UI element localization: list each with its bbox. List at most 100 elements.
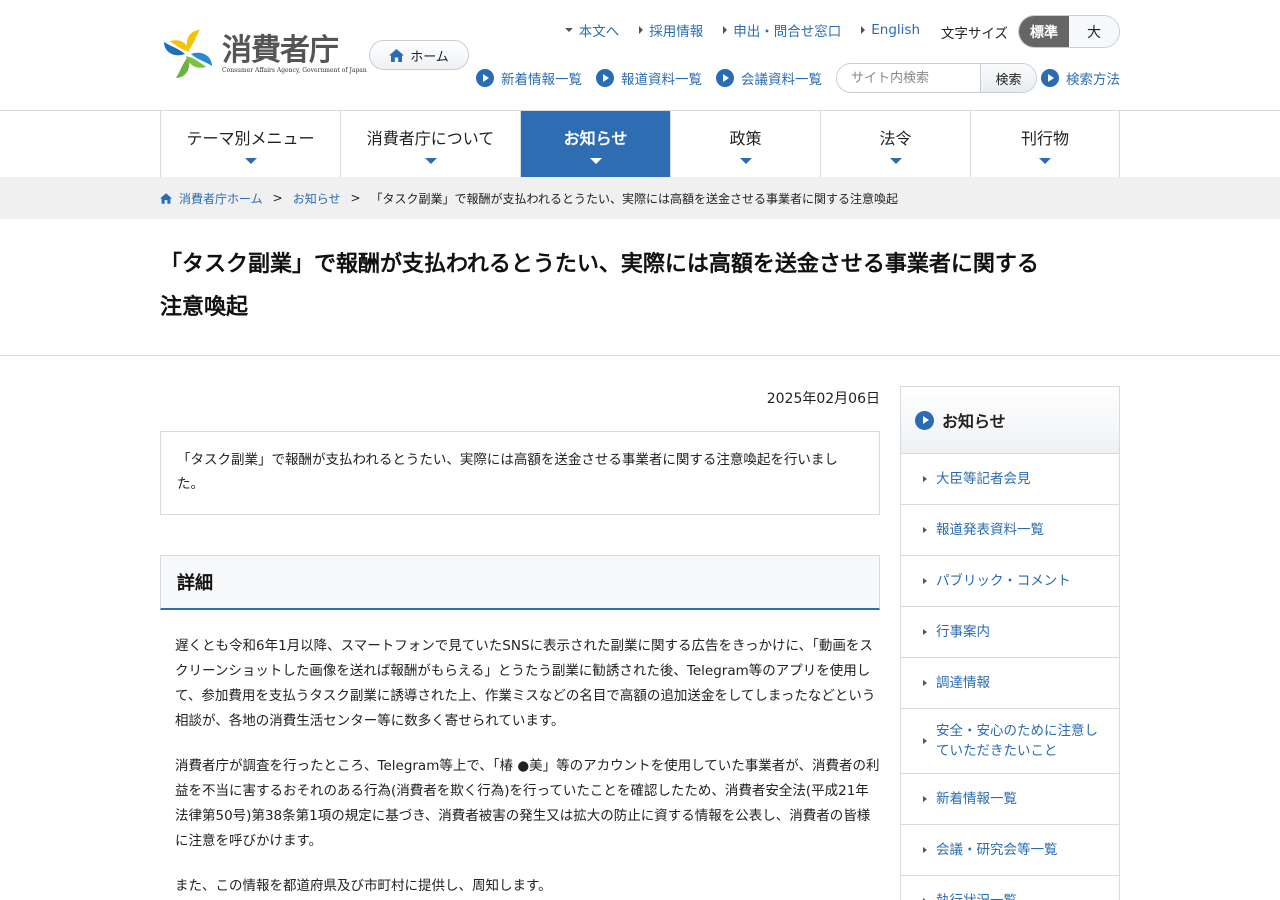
nav-news[interactable]: お知らせ (521, 111, 671, 177)
nav-publications[interactable]: 刊行物 (971, 111, 1120, 177)
skip-to-content-link[interactable]: 本文へ (564, 20, 620, 40)
body-paragraph: 消費者庁が調査を行ったところ、Telegram等上で、「椿 ●美」等のアカウント… (175, 758, 880, 849)
home-icon (160, 192, 172, 204)
caret-down-icon (564, 28, 573, 32)
search-input[interactable] (837, 64, 980, 92)
sidebar-item-label: 安全・安心のために注意していただきたいこと (936, 723, 1098, 759)
nav-label: 政策 (729, 128, 762, 148)
caret-down-icon (589, 157, 602, 164)
caret-right-icon (923, 578, 927, 584)
link-label: 採用情報 (649, 24, 704, 40)
caret-right-icon (723, 26, 728, 34)
breadcrumb-separator: > (350, 191, 361, 205)
caret-down-icon (739, 157, 752, 164)
arrow-circle-icon (596, 69, 614, 87)
nav-about[interactable]: 消費者庁について (341, 111, 521, 177)
sidebar-item-safety-notices[interactable]: 安全・安心のために注意していただきたいこと (901, 709, 1119, 774)
caret-right-icon (923, 738, 927, 744)
body-paragraph: また、この情報を都道府県及び市町村に提供し、周知します。 (175, 878, 552, 894)
title-area: 「タスク副業」で報酬が支払われるとうたい、実際には高額を送金させる事業者に関する… (0, 219, 1280, 356)
caret-down-icon (1039, 157, 1051, 164)
link-label: English (871, 22, 920, 38)
page-title-line: 「タスク副業」で報酬が支払われるとうたい、実際には高額を送金させる事業者に関する (160, 252, 1039, 277)
caret-down-icon (889, 157, 902, 164)
sidebar-heading: お知らせ (901, 387, 1119, 454)
caret-right-icon (923, 847, 927, 853)
publish-date: 2025年02月06日 (766, 391, 880, 407)
sidebar-item-enforcement[interactable]: 執行状況一覧 (901, 876, 1119, 900)
caret-right-icon (861, 26, 866, 34)
home-label: ホーム (410, 49, 449, 65)
sidebar-item-press-releases[interactable]: 報道発表資料一覧 (901, 505, 1119, 556)
logo-title: 消費者庁 (222, 32, 339, 68)
link-label: 本文へ (578, 24, 620, 40)
nav-theme-menu[interactable]: テーマ別メニュー (161, 111, 341, 177)
sidebar-item-label: 報道発表資料一覧 (936, 522, 1044, 538)
inquiry-link[interactable]: 申出・問合せ窓口 (723, 20, 841, 40)
breadcrumb-home-link[interactable]: 消費者庁ホーム (179, 190, 263, 207)
caret-right-icon (923, 680, 927, 686)
link-label: 報道資料一覧 (621, 72, 702, 88)
site-logo[interactable]: 消費者庁 Consumer Affairs Agency, Government… (160, 28, 367, 80)
arrow-circle-icon (476, 69, 494, 87)
sidebar-item-press-conference[interactable]: 大臣等記者会見 (901, 454, 1119, 505)
nav-label: 消費者庁について (366, 128, 495, 148)
breadcrumb-current: 「タスク副業」で報酬が支払われるとうたい、実際には高額を送金させる事業者に関する… (370, 191, 898, 206)
arrow-circle-icon (716, 69, 734, 87)
sidebar-item-new-info[interactable]: 新着情報一覧 (901, 774, 1119, 825)
home-icon (389, 48, 405, 62)
nav-laws[interactable]: 法令 (821, 111, 971, 177)
sidebar-item-label: 執行状況一覧 (936, 891, 1017, 900)
english-link[interactable]: English (861, 20, 920, 40)
global-nav: テーマ別メニュー 消費者庁について お知らせ 政策 法令 刊行物 (0, 110, 1280, 177)
meeting-docs-link[interactable]: 会議資料一覧 (716, 68, 822, 88)
caret-down-icon (244, 157, 257, 164)
logo-mark-icon (164, 30, 212, 78)
font-size-large-button[interactable]: 大 (1069, 16, 1119, 47)
font-size-switcher: 文字サイズ 標準 大 (941, 15, 1120, 48)
search-button[interactable]: 検索 (980, 64, 1036, 92)
page-title: 「タスク副業」で報酬が支払われるとうたい、実際には高額を送金させる事業者に関する… (160, 219, 1120, 329)
caret-right-icon (923, 527, 927, 533)
sidebar: お知らせ 大臣等記者会見 報道発表資料一覧 パブリック・コメント 行事案内 調達… (900, 386, 1120, 900)
recruitment-link[interactable]: 採用情報 (639, 20, 703, 40)
sidebar-item-label: 行事案内 (936, 624, 990, 640)
sidebar-heading-label: お知らせ (942, 412, 1006, 431)
link-label: 新着情報一覧 (501, 72, 582, 88)
page-title-line: 注意喚起 (160, 295, 249, 320)
caret-right-icon (923, 476, 927, 482)
nav-label: テーマ別メニュー (186, 128, 315, 148)
sidebar-item-label: 大臣等記者会見 (936, 471, 1031, 487)
site-header: 消費者庁 Consumer Affairs Agency, Government… (0, 0, 1280, 110)
caret-right-icon (923, 629, 927, 635)
nav-policy[interactable]: 政策 (671, 111, 821, 177)
sidebar-item-meetings[interactable]: 会議・研究会等一覧 (901, 825, 1119, 876)
search-help-link[interactable]: 検索方法 (1041, 68, 1120, 88)
utility-links: 本文へ 採用情報 申出・問合せ窓口 English (564, 20, 920, 40)
caret-right-icon (639, 26, 644, 34)
breadcrumb-separator: > (272, 191, 283, 205)
sidebar-item-public-comment[interactable]: パブリック・コメント (901, 556, 1119, 607)
main-area: 2025年02月06日 「タスク副業」で報酬が支払われるとうたい、実際には高額を… (160, 356, 1120, 900)
link-label: 申出・問合せ窓口 (733, 24, 842, 40)
breadcrumb-news-link[interactable]: お知らせ (293, 190, 341, 207)
sidebar-item-label: 調達情報 (936, 675, 990, 691)
sidebar-item-label: パブリック・コメント (936, 573, 1071, 589)
sidebar-item-events[interactable]: 行事案内 (901, 607, 1119, 658)
quick-links-row: 新着情報一覧 報道資料一覧 会議資料一覧 検索 検索方法 (476, 63, 1120, 93)
summary-box: 「タスク副業」で報酬が支払われるとうたい、実際には高額を送金させる事業者に関する… (160, 431, 880, 515)
sidebar-item-procurement[interactable]: 調達情報 (901, 658, 1119, 709)
logo-subtitle: Consumer Affairs Agency, Government of J… (222, 66, 367, 74)
link-label: 会議資料一覧 (741, 72, 822, 88)
nav-label: 法令 (879, 128, 912, 148)
article-content: 2025年02月06日 「タスク副業」で報酬が支払われるとうたい、実際には高額を… (160, 386, 880, 900)
caret-down-icon (424, 157, 437, 164)
new-info-link[interactable]: 新着情報一覧 (476, 68, 582, 88)
font-size-toggle: 標準 大 (1018, 15, 1120, 48)
section-heading-details: 詳細 (160, 555, 880, 610)
press-release-link[interactable]: 報道資料一覧 (596, 68, 702, 88)
font-size-label: 文字サイズ (940, 25, 1008, 42)
caret-right-icon (923, 796, 927, 802)
home-button[interactable]: ホーム (369, 40, 469, 70)
font-size-standard-button[interactable]: 標準 (1019, 16, 1069, 47)
